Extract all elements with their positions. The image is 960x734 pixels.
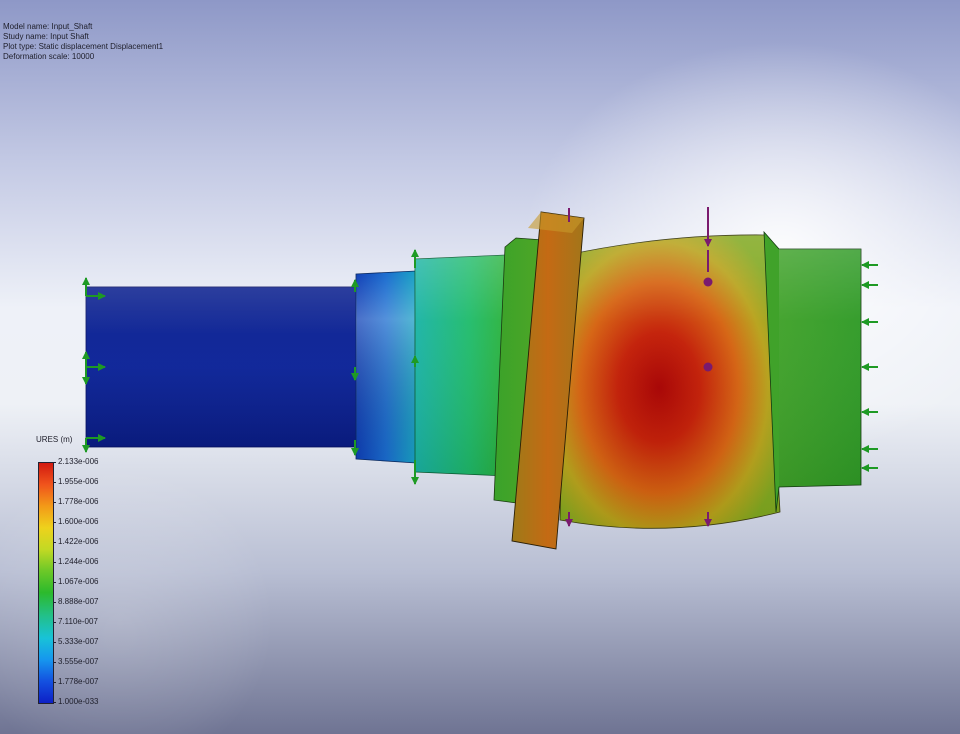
legend-tick [53, 502, 56, 503]
model-name-text: Model name: Input_Shaft [3, 22, 93, 31]
shaft-right-section [763, 230, 862, 513]
legend-label: 1.778e-006 [58, 497, 99, 506]
legend-label: 1.778e-007 [58, 677, 99, 686]
legend-tick [53, 582, 56, 583]
legend-tick [53, 462, 56, 463]
legend-label: 1.244e-006 [58, 557, 99, 566]
legend-label: 1.067e-006 [58, 577, 99, 586]
legend-label: 2.133e-006 [58, 457, 99, 466]
study-name-text: Study name: Input Shaft [3, 32, 89, 41]
legend-label: 8.888e-007 [58, 597, 99, 606]
legend-tick [53, 642, 56, 643]
legend-tick [53, 542, 56, 543]
legend-label: 7.110e-007 [58, 617, 98, 626]
legend-tick [53, 622, 56, 623]
legend-tick [53, 602, 56, 603]
legend-label: 3.555e-007 [58, 657, 99, 666]
plot-type-text: Plot type: Static displacement Displacem… [3, 42, 164, 51]
shaft-middle-section [414, 254, 507, 477]
legend-tick [53, 662, 56, 663]
deformation-scale-text: Deformation scale: 10000 [3, 52, 95, 61]
legend-label: 1.600e-006 [58, 517, 99, 526]
legend-tick [53, 482, 56, 483]
shaft-step-section [355, 270, 417, 464]
legend-label: 1.000e-033 [58, 697, 99, 706]
study-info-panel: Model name: Input_Shaft Study name: Inpu… [3, 22, 163, 62]
legend-label: 1.955e-006 [58, 477, 99, 486]
shaft-small-section [85, 286, 359, 448]
legend-tick [53, 562, 56, 563]
legend-tick [53, 702, 56, 703]
legend-label: 5.333e-007 [58, 637, 99, 646]
legend-title: URES (m) [36, 435, 73, 444]
legend-tick [53, 682, 56, 683]
legend-label: 1.422e-006 [58, 537, 99, 546]
color-legend: URES (m) 2.133e-006 1.955e-006 1.778e-006 1… [36, 435, 156, 715]
legend-color-bar [38, 462, 54, 704]
shaft-bearing-section [559, 234, 781, 529]
graphics-viewport[interactable]: Model name: Input_Shaft Study name: Inpu… [0, 0, 960, 734]
legend-tick [53, 522, 56, 523]
